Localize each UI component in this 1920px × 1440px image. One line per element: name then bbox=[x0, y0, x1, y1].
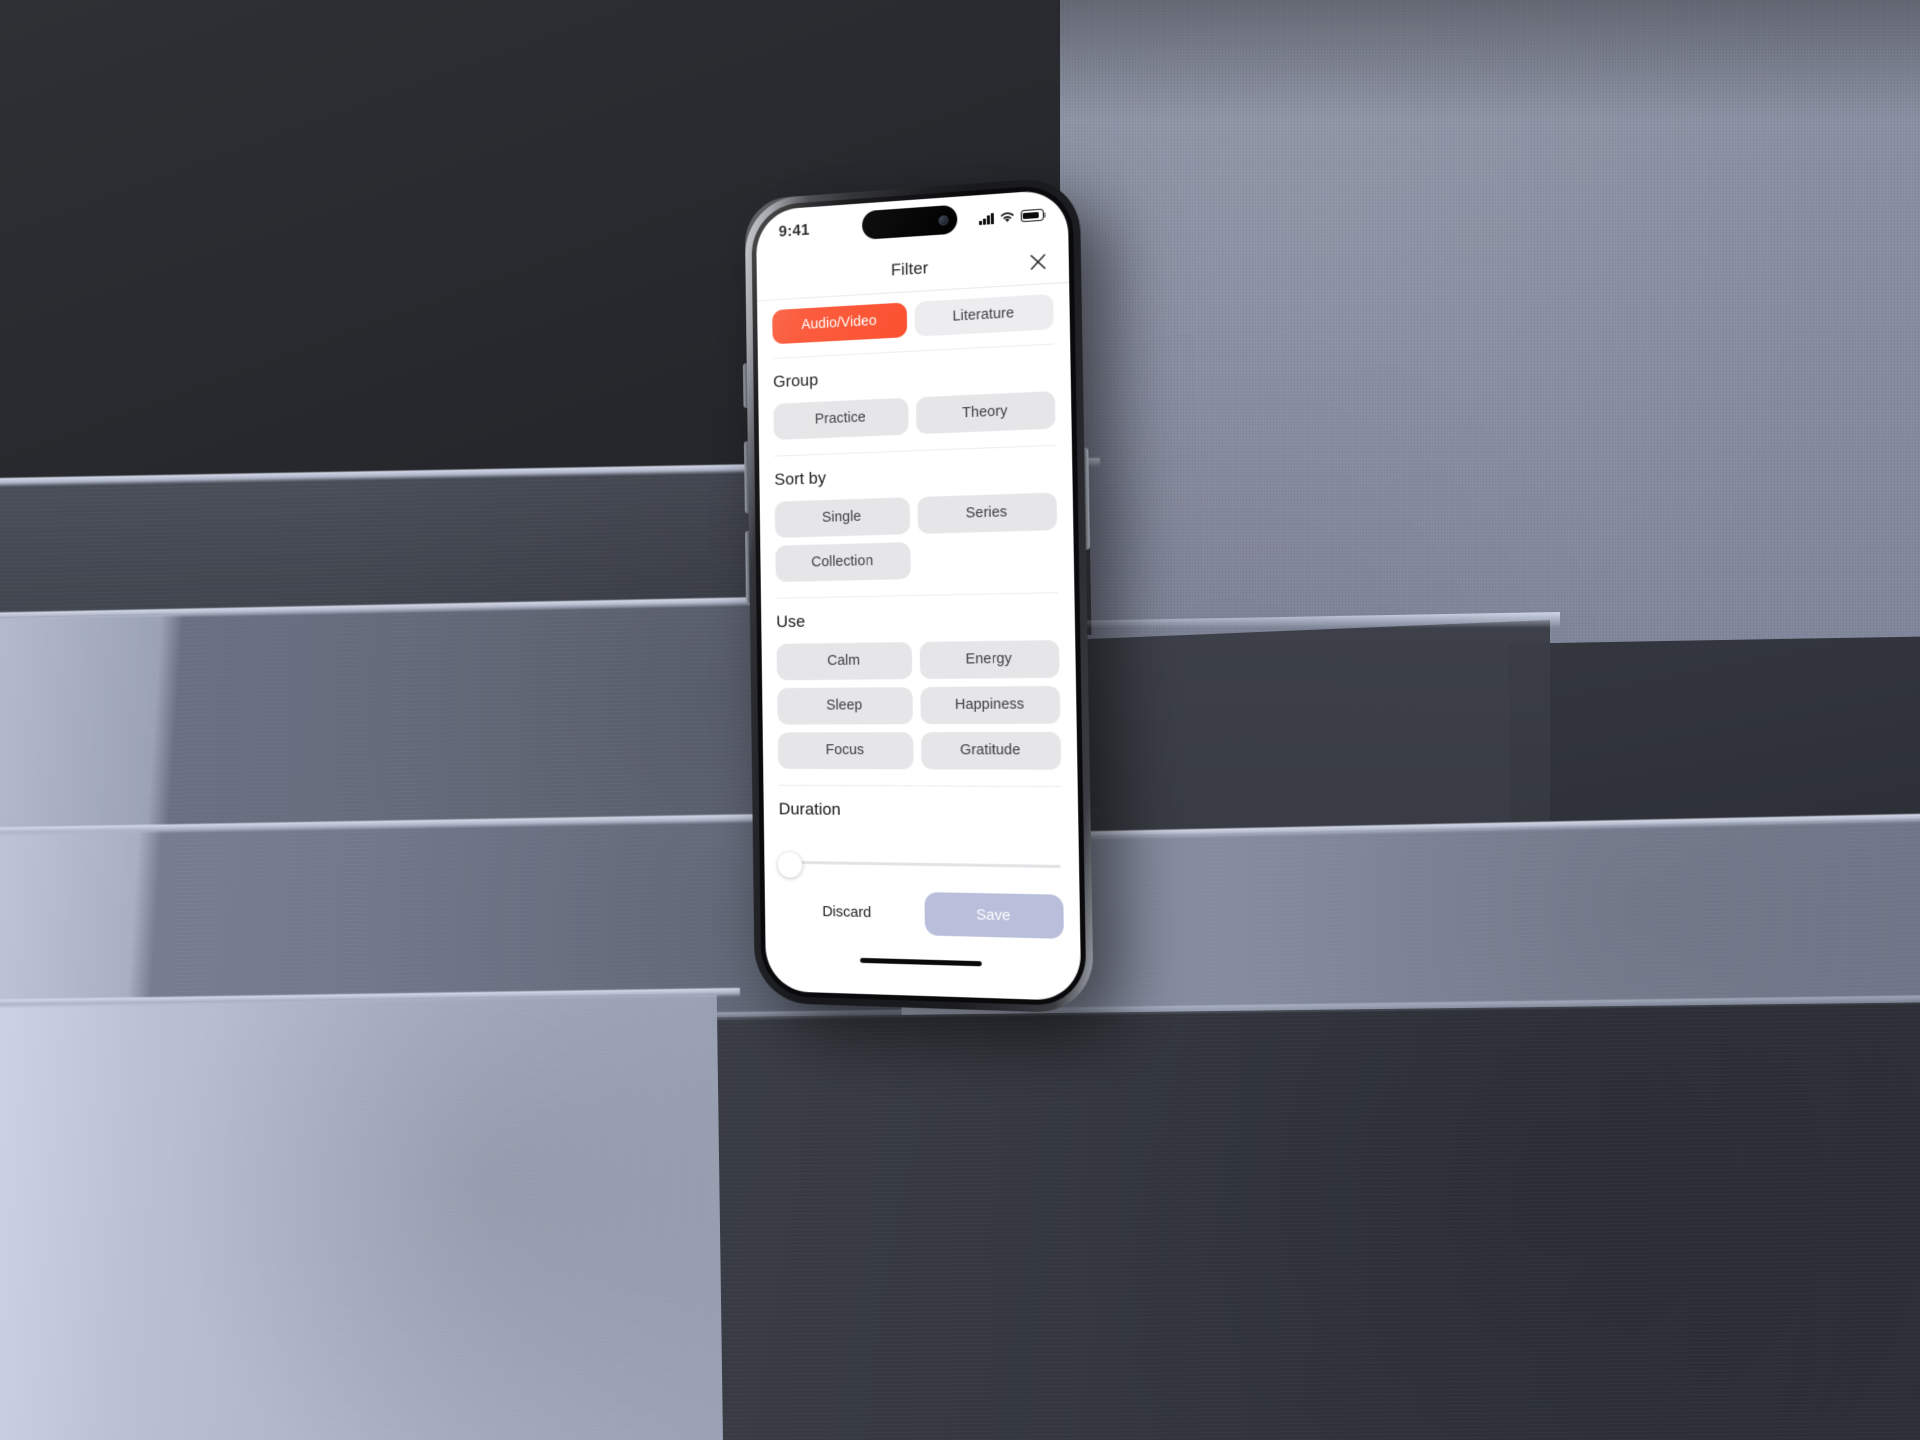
section-sort-by: Sort by Single Series Collection bbox=[759, 447, 1074, 596]
phone-frame: 9:41 Filter Audio/Video Literature Group… bbox=[744, 175, 1094, 1014]
status-bar-time: 9:41 bbox=[778, 221, 810, 241]
duration-slider[interactable] bbox=[764, 845, 1079, 878]
chip-focus[interactable]: Focus bbox=[777, 732, 914, 770]
chip-collection[interactable]: Collection bbox=[775, 542, 911, 583]
scene-background: 9:41 Filter Audio/Video Literature Group… bbox=[0, 0, 1920, 1440]
section-duration: Duration bbox=[763, 788, 1078, 849]
tab-literature[interactable]: Literature bbox=[913, 293, 1054, 337]
section-title-use: Use bbox=[776, 611, 806, 632]
duration-slider-track[interactable] bbox=[781, 860, 1061, 869]
iphone-device: 9:41 Filter Audio/Video Literature Group… bbox=[742, 175, 1094, 1014]
wifi-icon bbox=[1000, 211, 1015, 223]
sort-by-chip-list: Single Series Collection bbox=[774, 492, 1058, 583]
cellular-signal-icon bbox=[979, 212, 994, 225]
battery-icon bbox=[1020, 208, 1044, 223]
filter-content: Audio/Video Literature Group Practice Th… bbox=[757, 283, 1081, 969]
chip-sleep[interactable]: Sleep bbox=[777, 687, 913, 725]
section-title-sort-by: Sort by bbox=[774, 468, 827, 489]
chip-energy[interactable]: Energy bbox=[919, 640, 1060, 680]
chip-single[interactable]: Single bbox=[774, 497, 910, 538]
section-divider-use bbox=[778, 784, 1062, 788]
concrete-step-foreground bbox=[0, 994, 724, 1440]
group-chip-list: Practice Theory bbox=[773, 391, 1056, 441]
chip-gratitude[interactable]: Gratitude bbox=[920, 731, 1062, 770]
save-button[interactable]: Save bbox=[923, 892, 1064, 939]
chip-calm[interactable]: Calm bbox=[776, 642, 912, 681]
front-camera-icon bbox=[938, 214, 949, 226]
close-icon[interactable] bbox=[1024, 248, 1051, 276]
chip-theory[interactable]: Theory bbox=[915, 391, 1056, 435]
chip-practice[interactable]: Practice bbox=[773, 397, 909, 441]
dynamic-island bbox=[861, 204, 958, 240]
section-title-duration: Duration bbox=[778, 799, 841, 819]
duration-slider-thumb[interactable] bbox=[777, 851, 803, 878]
chip-series[interactable]: Series bbox=[916, 492, 1058, 534]
home-indicator[interactable] bbox=[859, 957, 982, 967]
status-bar-icons bbox=[979, 208, 1044, 225]
wall-shadow-band bbox=[1060, 0, 1920, 120]
discard-button[interactable]: Discard bbox=[780, 890, 915, 934]
tab-audio-video[interactable]: Audio/Video bbox=[772, 302, 907, 345]
phone-screen: 9:41 Filter Audio/Video Literature Group… bbox=[755, 188, 1082, 1002]
section-title-group: Group bbox=[773, 370, 819, 392]
footer-actions: Discard Save bbox=[764, 869, 1080, 949]
chip-happiness[interactable]: Happiness bbox=[919, 685, 1061, 725]
section-group: Group Practice Theory bbox=[758, 346, 1072, 455]
concrete-step-bottom-right bbox=[637, 1001, 1920, 1440]
section-use: Use Calm Energy Sleep Happiness Focus Gr… bbox=[761, 595, 1078, 784]
use-chip-list: Calm Energy Sleep Happiness Focus Gratit… bbox=[776, 640, 1062, 770]
page-title: Filter bbox=[890, 258, 929, 280]
